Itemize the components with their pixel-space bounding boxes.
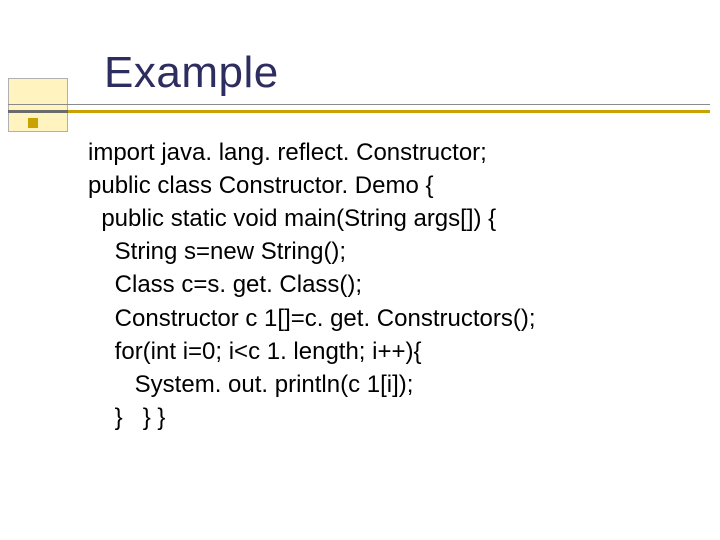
title-rule: [8, 110, 710, 113]
code-line: public class Constructor. Demo {: [88, 169, 680, 202]
bullet-square-icon: [28, 118, 38, 128]
code-line: Constructor c 1[]=c. get. Constructors()…: [88, 302, 680, 335]
title-rule-thin: [8, 104, 710, 105]
code-line: } } }: [88, 401, 680, 434]
code-block: import java. lang. reflect. Constructor;…: [88, 136, 680, 434]
slide: Example import java. lang. reflect. Cons…: [0, 0, 720, 540]
code-line: for(int i=0; i<c 1. length; i++){: [88, 335, 680, 368]
code-line: public static void main(String args[]) {: [88, 202, 680, 235]
code-line: import java. lang. reflect. Constructor;: [88, 136, 680, 169]
title-accent-box: [8, 78, 68, 132]
code-line: Class c=s. get. Class();: [88, 268, 680, 301]
title-area: Example: [0, 48, 720, 118]
code-line: String s=new String();: [88, 235, 680, 268]
code-line: System. out. println(c 1[i]);: [88, 368, 680, 401]
slide-title: Example: [104, 48, 279, 98]
